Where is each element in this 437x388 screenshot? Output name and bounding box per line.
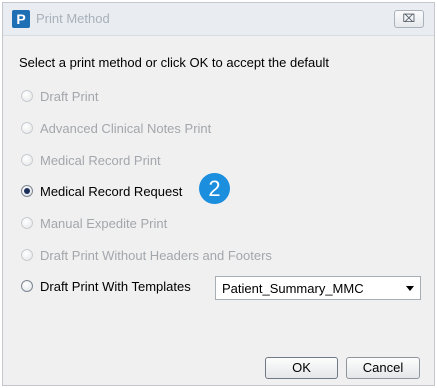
option-label: Draft Print [40,88,99,104]
chevron-down-icon[interactable] [406,286,414,291]
radio-icon [21,90,33,102]
option-advanced-clinical-notes-print: Advanced Clinical Notes Print [21,119,211,137]
close-button[interactable]: ⌧ [394,10,424,28]
option-label[interactable]: Medical Record Request [40,184,182,199]
option-draft-print-with-templates[interactable]: Draft Print With Templates [21,277,191,295]
cancel-button[interactable]: Cancel [346,357,420,379]
radio-icon[interactable] [21,280,33,292]
radio-icon [21,249,33,261]
option-medical-record-print: Medical Record Print [21,151,161,169]
template-dropdown-value: Patient_Summary_MMC [222,281,364,296]
option-draft-print: Draft Print [21,87,99,105]
radio-icon [21,217,33,229]
title-bar: P Print Method ⌧ [3,3,434,36]
option-label[interactable]: Draft Print With Templates [40,279,191,294]
app-logo-icon: P [12,10,30,28]
radio-selected-icon[interactable] [21,185,33,197]
option-draft-print-without-headers: Draft Print Without Headers and Footers [21,246,272,264]
dialog-title: Print Method [36,11,110,26]
step-number-badge: 2 [199,173,230,204]
option-medical-record-request[interactable]: Medical Record Request [21,182,182,200]
option-label: Manual Expedite Print [40,215,168,231]
ok-button[interactable]: OK [265,357,338,379]
print-method-dialog: P Print Method ⌧ Select a print method o… [2,2,435,386]
radio-icon [21,154,33,166]
option-label: Advanced Clinical Notes Print [40,120,212,136]
option-label: Draft Print Without Headers and Footers [40,247,272,263]
option-label: Medical Record Print [40,152,161,168]
option-manual-expedite-print: Manual Expedite Print [21,214,167,232]
template-dropdown[interactable]: Patient_Summary_MMC [215,276,421,300]
instruction-text: Select a print method or click OK to acc… [19,55,329,70]
radio-icon [21,122,33,134]
